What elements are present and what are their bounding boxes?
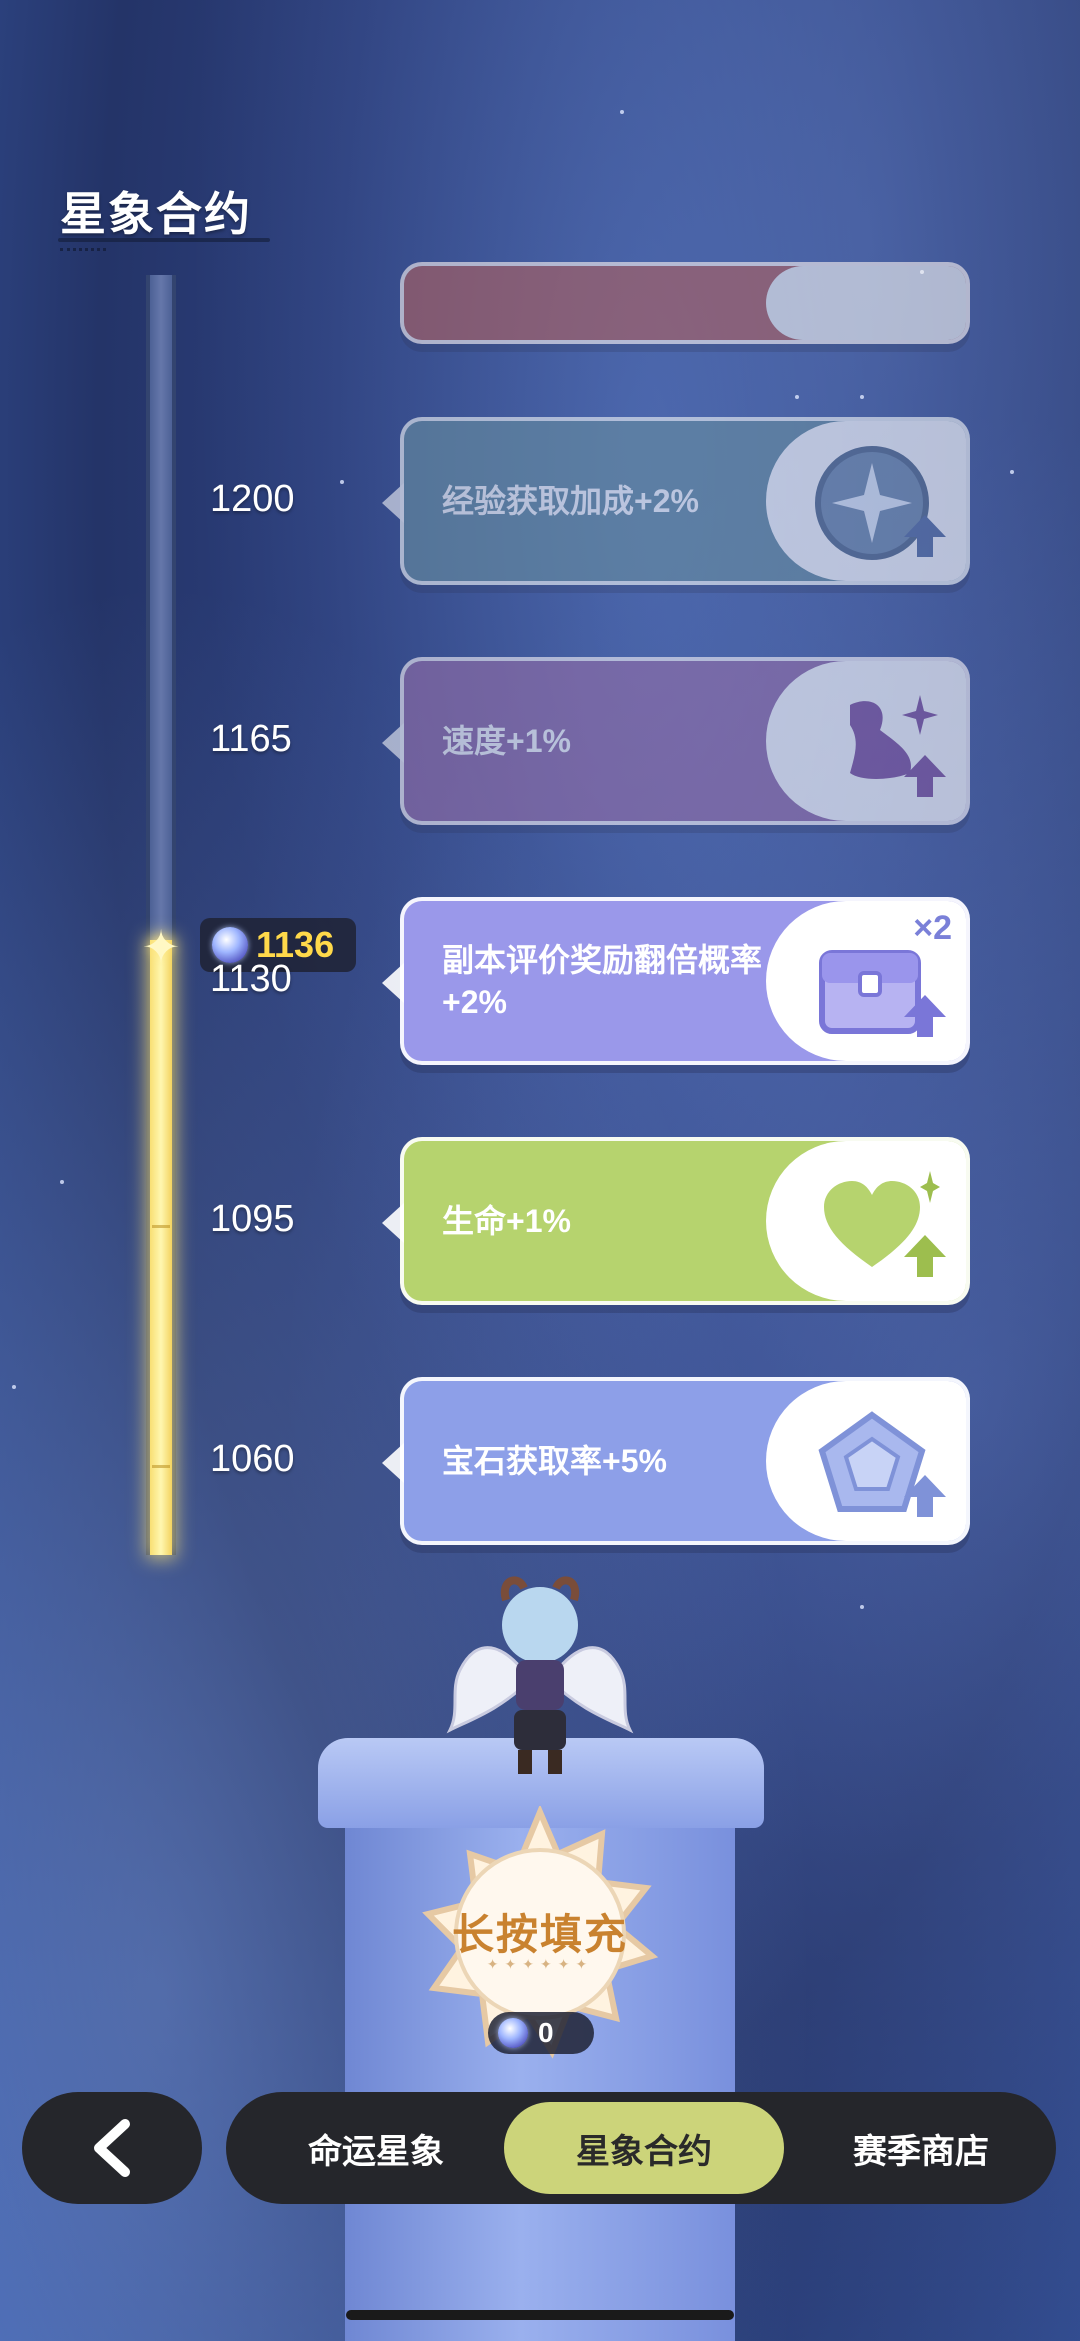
upgrade-arrow-icon xyxy=(904,1475,946,1517)
reward-card-health[interactable]: 生命+1% xyxy=(382,1137,970,1305)
threshold-label: 1165 xyxy=(210,718,292,760)
card-icon-panel xyxy=(766,1381,966,1541)
double-badge: ×2 xyxy=(913,909,952,947)
chevron-left-icon xyxy=(94,2119,130,2177)
reward-card-gem-rate[interactable]: 宝石获取率+5% xyxy=(382,1377,970,1545)
rail-tick xyxy=(152,1465,170,1468)
reward-label: 生命+1% xyxy=(442,1203,571,1239)
upgrade-arrow-icon xyxy=(904,515,946,557)
upgrade-arrow-icon xyxy=(904,755,946,797)
fill-button-stars: ✦✦✦✦✦✦ xyxy=(486,1956,594,1972)
progress-rail-fill xyxy=(150,940,172,1555)
reward-label: 经验获取加成+2% xyxy=(442,483,699,519)
star-decoration xyxy=(620,110,624,114)
star-gem-icon xyxy=(498,2018,528,2048)
card-icon-panel xyxy=(766,421,966,581)
page-title: 星象合约 xyxy=(60,188,252,240)
card-icon-panel xyxy=(766,1141,966,1301)
progress-spark-icon: ✦ xyxy=(141,921,181,973)
threshold-label: 1200 xyxy=(210,478,295,520)
title-dots xyxy=(60,248,106,254)
reward-label: 宝石获取率+5% xyxy=(442,1443,667,1479)
star-decoration xyxy=(60,1180,64,1184)
rail-tick xyxy=(152,1225,170,1228)
reward-card-partial[interactable] xyxy=(400,262,970,344)
bottom-tab-bar: 命运星象 星象合约 赛季商店 xyxy=(226,2092,1056,2204)
star-decoration xyxy=(860,395,864,399)
fill-button-label: 长按填充 xyxy=(451,1910,628,1958)
threshold-label: 1060 xyxy=(210,1438,295,1480)
tab-fate-astrology[interactable]: 命运星象 xyxy=(266,2092,486,2204)
reward-label: 速度+1% xyxy=(442,723,571,759)
card-icon-panel xyxy=(766,661,966,821)
upgrade-arrow-icon xyxy=(904,1235,946,1277)
reward-card-speed[interactable]: 速度+1% xyxy=(382,657,970,825)
tab-season-shop[interactable]: 赛季商店 xyxy=(806,2092,1036,2204)
threshold-label: 1095 xyxy=(210,1198,295,1240)
star-decoration xyxy=(1010,470,1014,474)
star-decoration xyxy=(795,395,799,399)
material-counter: 0 xyxy=(488,2012,594,2054)
star-decoration xyxy=(12,1385,16,1389)
title-underline xyxy=(58,238,270,242)
star-decoration xyxy=(340,480,344,484)
material-count-value: 0 xyxy=(538,2017,554,2048)
upgrade-arrow-icon xyxy=(904,995,946,1037)
reward-card-double-reward[interactable]: 副本评价奖励翻倍概率+2% ×2 xyxy=(382,897,970,1065)
reward-label: 副本评价奖励翻倍概率+2% xyxy=(442,942,763,1020)
home-indicator[interactable] xyxy=(346,2310,734,2320)
star-decoration xyxy=(860,1605,864,1609)
reward-card-exp-boost[interactable]: 经验获取加成+2% xyxy=(382,417,970,585)
card-icon-panel: ×2 xyxy=(766,901,966,1061)
threshold-label: 1130 xyxy=(210,958,292,1000)
card-icon-panel xyxy=(766,266,966,340)
back-button[interactable] xyxy=(22,2092,202,2204)
tab-star-contract[interactable]: 星象合约 xyxy=(504,2102,784,2194)
character-avatar xyxy=(446,1576,634,1774)
